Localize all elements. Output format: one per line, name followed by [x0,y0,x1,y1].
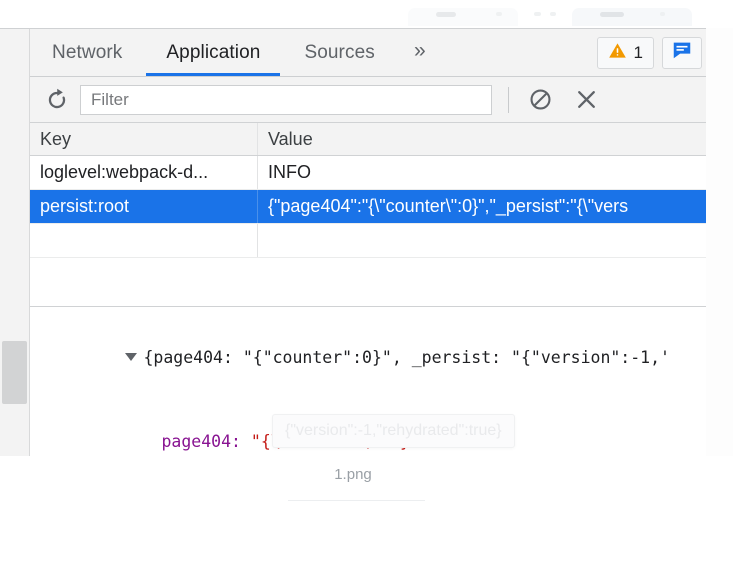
ghost-tab-blob [496,12,502,16]
tab-application[interactable]: Application [144,29,282,76]
warning-badge[interactable]: 1 [596,36,654,69]
table-row-selected[interactable]: persist:root {"page404":"{\"counter\":0}… [30,190,706,224]
delete-selected-close-x-icon[interactable] [569,83,603,117]
row-key [30,224,258,257]
page-below-devtools: 1.png [0,456,733,564]
table-header-row: Key Value [30,123,706,156]
warning-count: 1 [633,42,643,62]
message-button[interactable] [662,36,702,69]
preview-summary-text: {page404: "{"counter":0}", _persist: "{"… [143,348,670,367]
ghost-tab-blob [550,12,556,16]
table-row-empty[interactable] [30,224,706,258]
table-row[interactable]: loglevel:webpack-d... INFO [30,156,706,190]
page-right-gutter [706,28,733,456]
image-caption: 1.png [334,466,372,483]
tab-sources-label: Sources [304,41,375,63]
devtools-panel: Network Application Sources » 1 Filter K… [0,28,706,457]
row-value [258,224,706,257]
ghost-tab [408,8,518,26]
devtools-tabbar: Network Application Sources » 1 [30,29,706,77]
tab-network[interactable]: Network [30,29,144,76]
row-key: loglevel:webpack-d... [30,156,258,189]
more-tabs-icon[interactable]: » [397,27,443,78]
tab-sources[interactable]: Sources [282,29,396,76]
browser-tabstrip-ghost [0,0,733,28]
column-header-key[interactable]: Key [30,123,258,155]
message-bubble-icon [671,39,693,66]
clear-all-circle-slash-icon[interactable] [523,83,557,117]
expand-triangle-down-icon[interactable] [125,353,138,361]
storage-key-value-table: Key Value loglevel:webpack-d... INFO per… [30,123,706,301]
ghost-tab-blob [436,12,456,17]
refresh-icon[interactable] [40,83,74,117]
caption-divider [288,500,425,501]
ghost-tab [572,8,692,26]
tab-application-label: Application [166,41,261,63]
ghost-tab-blob [660,12,665,16]
warning-triangle-icon [608,41,627,65]
devtools-left-rail [0,29,30,457]
sidebar-scrollbar-thumb[interactable] [2,341,27,404]
value-tooltip: {"version":-1,"rehydrated":true} [272,414,515,448]
tabbar-right-actions: 1 [596,36,706,69]
preview-entry-key: page404: [161,432,241,451]
storage-toolbar [30,77,706,123]
ghost-tab-blob [600,12,624,17]
row-value: INFO [268,162,311,182]
row-key: persist:root [30,190,258,223]
tab-network-label: Network [52,41,123,63]
toolbar-divider [508,86,509,113]
row-value: {"page404":"{\"counter\":0}","_persist":… [268,196,629,216]
screenshot-root: Network Application Sources » 1 Filter K… [0,0,733,564]
filter-input[interactable] [80,84,492,115]
preview-summary-line[interactable]: {page404: "{"counter":0}", _persist: "{"… [30,316,706,400]
ghost-tab-blob [534,12,541,16]
column-header-value[interactable]: Value [258,123,706,155]
